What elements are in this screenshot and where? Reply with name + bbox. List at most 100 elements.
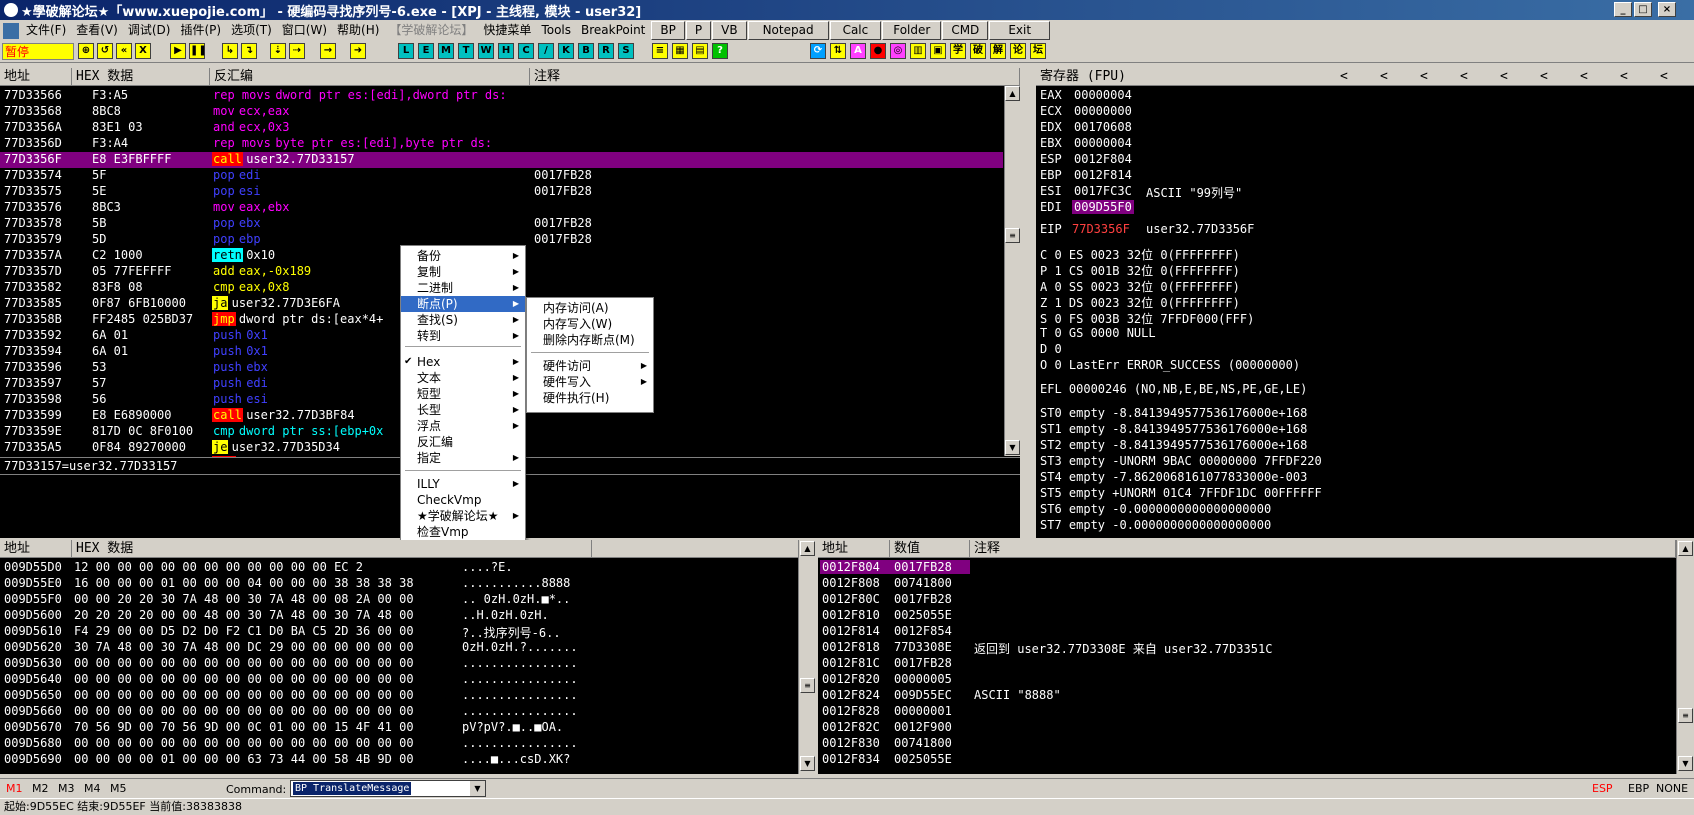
dump-row[interactable]: 009D5680 00 00 00 00 00 00 00 00 00 00 00… <box>0 736 798 752</box>
command-dropdown-icon[interactable]: ▼ <box>470 781 485 796</box>
dump-scroll-up-icon[interactable]: ▲ <box>800 541 815 556</box>
register-eax[interactable]: EAX 00000004 <box>1036 88 1694 104</box>
disasm-row[interactable]: 77D33574 5F pop edi 0017FB28 <box>0 168 1003 184</box>
patches-button[interactable]: / <box>538 43 554 59</box>
dump-row[interactable]: 009D5600 20 20 20 20 00 00 48 00 30 7A 48… <box>0 608 798 624</box>
forum-icon-lun[interactable]: 论 <box>1010 43 1026 59</box>
arrow-8[interactable]: < <box>1616 68 1628 85</box>
step-into-icon[interactable]: ↳ <box>222 43 238 59</box>
stack-scroll-down-icon[interactable]: ▼ <box>1678 756 1693 771</box>
context-item-13[interactable]: ILLY ▶ <box>401 476 525 492</box>
disasm-row[interactable]: 77D3356F E8 E3FBFFFF call user32.77D33157 <box>0 152 1003 168</box>
fpu-row[interactable]: ST5 empty +UNORM 01C4 7FFDF1DC 00FFFFFF <box>1040 486 1322 502</box>
flag-row[interactable]: A 0 SS 0023 32位 0(FFFFFFFF) <box>1040 278 1240 294</box>
col-comment[interactable]: 注释 <box>530 68 1020 85</box>
tab-m1[interactable]: M1 <box>6 782 23 795</box>
cmd-button[interactable]: CMD <box>942 21 989 40</box>
dump-row[interactable]: 009D5630 00 00 00 00 00 00 00 00 00 00 00… <box>0 656 798 672</box>
list-icon[interactable]: ≡ <box>652 43 668 59</box>
options-icon[interactable]: ▤ <box>692 43 708 59</box>
arrow-3[interactable]: < <box>1416 68 1428 85</box>
arrow-1[interactable]: < <box>1336 68 1348 85</box>
stack-row[interactable]: 0012F824 009D55EC ASCII "8888" <box>818 688 1676 704</box>
flag-row[interactable]: P 1 CS 001B 32位 0(FFFFFFFF) <box>1040 262 1240 278</box>
none-toggle[interactable]: NONE <box>1656 782 1688 795</box>
dump-row[interactable]: 009D55D0 12 00 00 00 00 00 00 00 00 00 00… <box>0 560 798 576</box>
context-item-0[interactable]: 备份 ▶ <box>401 248 525 264</box>
bp-button[interactable]: BP <box>651 21 685 40</box>
tab-m4[interactable]: M4 <box>84 782 101 795</box>
stack-scroll-thumb[interactable]: ≡ <box>1678 708 1693 723</box>
stack-row[interactable]: 0012F81C 0017FB28 <box>818 656 1676 672</box>
disasm-row[interactable]: 77D33566 F3:A5 rep movs dword ptr es:[edi],… <box>0 88 1003 104</box>
arrow-4[interactable]: < <box>1456 68 1468 85</box>
context-item-15[interactable]: ★学破解论坛★ ▶ <box>401 508 525 524</box>
run-icon[interactable]: ▶ <box>170 43 186 59</box>
flag-row[interactable]: S 0 FS 003B 32位 7FFDF000(FFF) <box>1040 310 1254 326</box>
execute-till-return-icon[interactable]: → <box>320 43 336 59</box>
context-item-4[interactable]: 查找(S) ▶ <box>401 312 525 328</box>
col-disasm[interactable]: 反汇编 <box>210 68 530 85</box>
trace-over-icon[interactable]: ⇢ <box>289 43 305 59</box>
col-address[interactable]: 地址 <box>0 68 72 85</box>
command-input[interactable]: BP TranslateMessage ▼ <box>290 780 486 797</box>
modules-button[interactable]: E <box>418 43 434 59</box>
menu-window[interactable]: 窗口(W) <box>277 21 332 40</box>
p-button[interactable]: P <box>685 21 712 40</box>
dump-row[interactable]: 009D5650 00 00 00 00 00 00 00 00 00 00 00… <box>0 688 798 704</box>
vb-button[interactable]: VB <box>712 21 747 40</box>
fpu-row[interactable]: ST3 empty -UNORM 9BAC 00000000 7FFDF220 <box>1040 454 1322 470</box>
stack-row[interactable]: 0012F820 00000005 <box>818 672 1676 688</box>
threads-button[interactable]: T <box>458 43 474 59</box>
open-icon[interactable]: ⊕ <box>78 43 94 59</box>
register-ebp[interactable]: EBP 0012F814 <box>1036 168 1694 184</box>
scroll-up-icon[interactable]: ▲ <box>1005 86 1020 101</box>
dump-scroll-thumb[interactable]: ≡ <box>800 678 815 693</box>
menu-view[interactable]: 查看(V) <box>71 21 123 40</box>
context-item-1[interactable]: 复制 ▶ <box>401 264 525 280</box>
stack-row[interactable]: 0012F808 00741800 <box>818 576 1676 592</box>
disasm-row[interactable]: 77D33576 8BC3 mov eax,ebx <box>0 200 1003 216</box>
arrow-6[interactable]: < <box>1536 68 1548 85</box>
rewind-icon[interactable]: « <box>116 43 132 59</box>
stack-col-value[interactable]: 数值 <box>890 540 970 557</box>
stack-row[interactable]: 0012F814 0012F854 <box>818 624 1676 640</box>
fpu-row[interactable]: ST4 empty -7.8620068161077833000e-003 <box>1040 470 1307 486</box>
restart-icon[interactable]: ↺ <box>97 43 113 59</box>
dump-row[interactable]: 009D5660 00 00 00 00 00 00 00 00 00 00 00… <box>0 704 798 720</box>
close-debug-icon[interactable]: X <box>135 43 151 59</box>
monitor-icon[interactable]: ▣ <box>930 43 946 59</box>
scroll-down-icon[interactable]: ▼ <box>1005 440 1020 455</box>
submenu-item-4[interactable]: 硬件写入 ▶ <box>527 374 653 390</box>
disasm-scrollbar[interactable]: ▲ ≡ ▼ <box>1004 86 1020 456</box>
dump-row[interactable]: 009D5640 00 00 00 00 00 00 00 00 00 00 00… <box>0 672 798 688</box>
register-edi[interactable]: EDI 009D55F0 <box>1036 200 1694 216</box>
stack-row[interactable]: 0012F828 00000001 <box>818 704 1676 720</box>
stack-col-address[interactable]: 地址 <box>818 540 890 557</box>
menu-plugins[interactable]: 插件(P) <box>175 21 226 40</box>
context-item-16[interactable]: 检查Vmp <box>401 524 525 540</box>
menu-debug[interactable]: 调试(D) <box>123 21 176 40</box>
call-stack-button[interactable]: K <box>558 43 574 59</box>
submenu-item-5[interactable]: 硬件执行(H) <box>527 390 653 406</box>
context-item-7[interactable]: 文本 ▶ <box>401 370 525 386</box>
stack-row[interactable]: 0012F830 00741800 <box>818 736 1676 752</box>
disasm-row[interactable]: 77D33575 5E pop esi 0017FB28 <box>0 184 1003 200</box>
disasm-row[interactable]: 77D3356D F3:A4 rep movs byte ptr es:[edi],b… <box>0 136 1003 152</box>
submenu-item-0[interactable]: 内存访问(A) <box>527 300 653 316</box>
log-window-button[interactable]: L <box>398 43 414 59</box>
source-button[interactable]: S <box>618 43 634 59</box>
forum-icon-po[interactable]: 破 <box>970 43 986 59</box>
record-icon[interactable]: ● <box>870 43 886 59</box>
dump-scroll-down-icon[interactable]: ▼ <box>800 756 815 771</box>
stack-row[interactable]: 0012F834 0025055E <box>818 752 1676 768</box>
context-item-9[interactable]: 长型 ▶ <box>401 402 525 418</box>
submenu-item-2[interactable]: 删除内存断点(M) <box>527 332 653 348</box>
calc-icon[interactable]: ▥ <box>910 43 926 59</box>
dump-scrollbar[interactable]: ▲ ≡ ▼ <box>798 540 816 774</box>
arrow-7[interactable]: < <box>1576 68 1588 85</box>
fpu-row[interactable]: ST1 empty -8.8413949577536176000e+168 <box>1040 422 1307 438</box>
disasm-row[interactable]: 77D33578 5B pop ebx 0017FB28 <box>0 216 1003 232</box>
register-ebx[interactable]: EBX 00000004 <box>1036 136 1694 152</box>
menu-tools[interactable]: Tools <box>536 21 576 40</box>
